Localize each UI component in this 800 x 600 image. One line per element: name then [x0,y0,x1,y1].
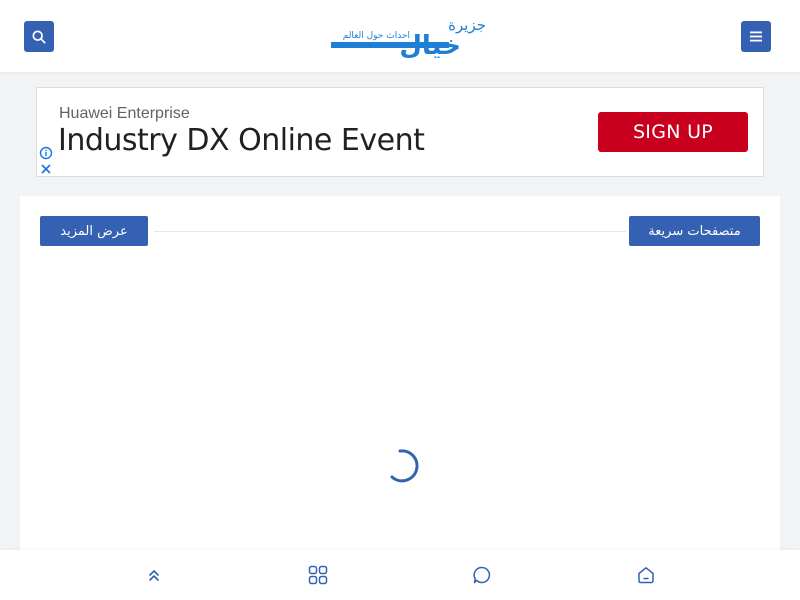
home-icon [638,567,654,584]
ad-banner[interactable]: Huawei Enterprise Industry DX Online Eve… [36,87,764,177]
comments-button[interactable] [470,563,494,587]
view-more-button[interactable]: عرض المزيد [40,216,148,246]
section-divider [154,231,626,232]
search-icon [32,29,46,44]
scroll-to-top-button[interactable] [142,563,166,587]
site-logo[interactable]: جزيرة خيال احداث حول العالم [330,14,488,58]
site-header: جزيرة خيال احداث حول العالم [0,0,800,72]
ad-title[interactable]: Industry DX Online Event [58,123,425,158]
ad-brand: Huawei Enterprise [59,105,190,122]
bottom-nav [0,550,800,600]
section-title: متصفحات سريعة [629,216,760,246]
search-button[interactable] [24,21,54,52]
info-icon[interactable] [39,146,53,160]
ad-signup-button[interactable]: SIGN UP [598,112,748,152]
quick-browsers-section: عرض المزيد متصفحات سريعة [20,196,780,556]
logo-tagline: احداث حول العالم [343,31,410,41]
hamburger-menu-icon [750,31,762,42]
loading-spinner-icon [390,449,419,483]
chat-bubble-icon [473,566,491,584]
categories-button[interactable] [306,563,330,587]
close-icon[interactable] [39,162,53,176]
menu-button[interactable] [741,21,771,52]
double-chevron-up-icon [149,570,159,581]
home-button[interactable] [634,563,658,587]
grid-icon [308,565,328,585]
